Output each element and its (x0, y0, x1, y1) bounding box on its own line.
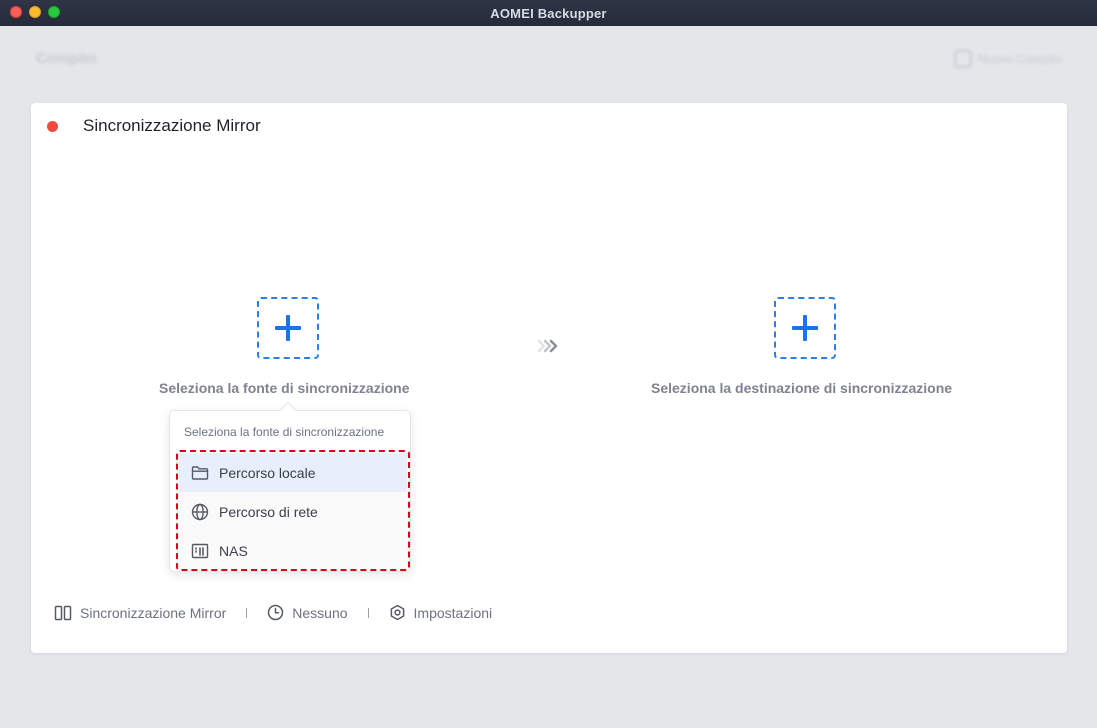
background-new-task-button: Nuovo Compito (954, 50, 1061, 68)
plus-icon (275, 315, 301, 341)
status-dot (47, 121, 58, 132)
sync-mode-option[interactable]: Sincronizzazione Mirror (54, 605, 226, 621)
settings-label: Impostazioni (413, 604, 493, 621)
separator (246, 607, 248, 618)
menu-item-label: NAS (219, 542, 248, 559)
sync-task-panel: Sincronizzazione Mirror Seleziona la fon… (31, 103, 1067, 653)
title-bar: AOMEI Backupper (0, 0, 1097, 26)
gear-icon (390, 604, 404, 621)
new-task-icon (954, 50, 973, 68)
window-title: AOMEI Backupper (490, 6, 607, 21)
nas-icon (191, 543, 209, 558)
task-options-bar: Sincronizzazione Mirror Nessuno Impostaz… (54, 604, 492, 621)
panel-title: Sincronizzazione Mirror (83, 116, 261, 135)
menu-item-local-path[interactable]: Percorso locale (179, 453, 407, 492)
columns-icon (54, 605, 72, 620)
source-type-menu: Percorso locale Percorso di rete NAS (176, 450, 410, 571)
destination-label: Seleziona la destinazione di sincronizza… (651, 380, 953, 396)
separator (367, 607, 369, 618)
menu-item-network-path[interactable]: Percorso di rete (179, 492, 407, 531)
add-source-button[interactable] (257, 297, 319, 359)
folder-icon (191, 465, 209, 480)
source-label: Seleziona la fonte di sincronizzazione (159, 380, 410, 396)
background-new-task-label: Nuovo Compito (978, 52, 1061, 66)
menu-item-label: Percorso di rete (219, 503, 318, 520)
chevrons-right-icon (537, 339, 558, 353)
sync-mode-label: Sincronizzazione Mirror (80, 604, 227, 621)
menu-item-nas[interactable]: NAS (179, 531, 407, 570)
background-page-title: Compito (36, 50, 97, 67)
schedule-option[interactable]: Nessuno (267, 604, 348, 621)
globe-icon (191, 503, 209, 520)
add-destination-button[interactable] (774, 297, 836, 359)
clock-icon (268, 604, 284, 621)
schedule-label: Nessuno (292, 604, 348, 621)
menu-item-label: Percorso locale (219, 464, 316, 481)
popover-header: Seleziona la fonte di sincronizzazione (184, 425, 385, 439)
plus-icon (792, 315, 818, 341)
popover-caret (279, 401, 297, 419)
settings-option[interactable]: Impostazioni (389, 604, 493, 621)
source-type-popover: Seleziona la fonte di sincronizzazione P… (169, 401, 411, 572)
